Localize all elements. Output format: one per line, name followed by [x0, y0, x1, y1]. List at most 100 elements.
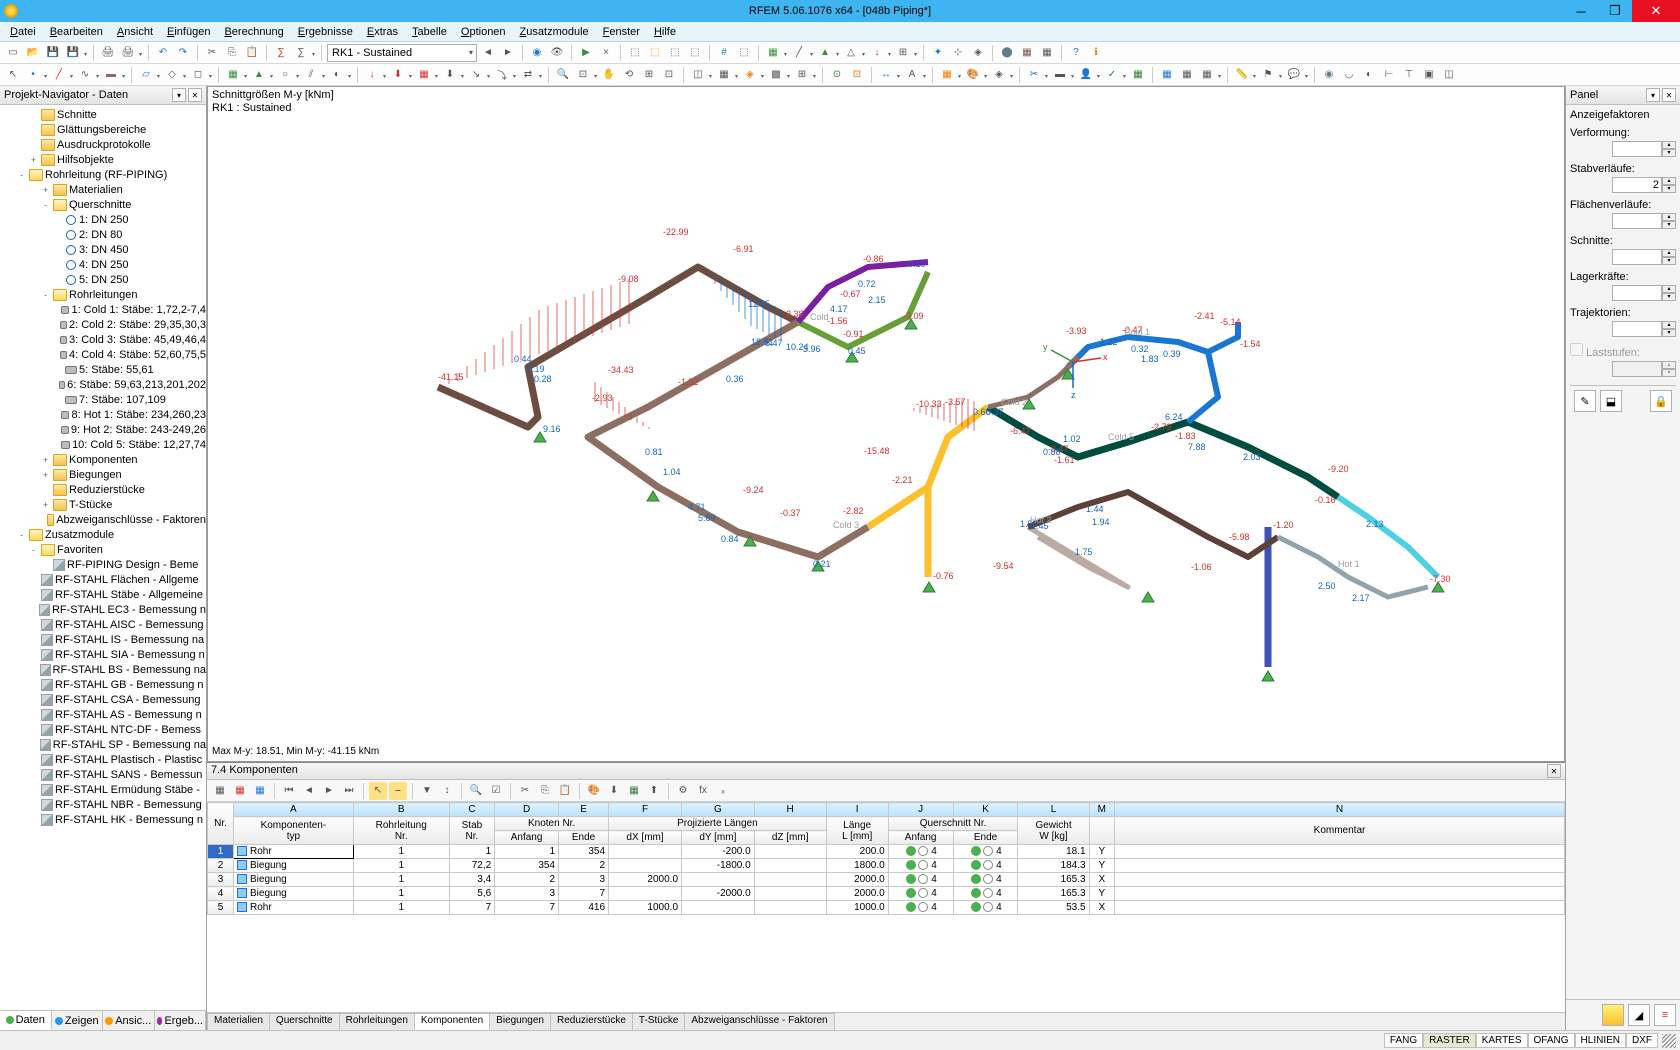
tb3[interactable]: ⬚ [666, 44, 684, 62]
tree-node[interactable]: 10: Cold 5: Stäbe: 12,27,74 [0, 437, 206, 452]
next-icon[interactable]: ► [499, 44, 517, 62]
tree-node[interactable]: +Biegungen [0, 467, 206, 482]
spinner[interactable]: ▴▾ [1662, 321, 1676, 337]
spinner[interactable]: ▴▾ [1662, 141, 1676, 157]
tbl-sel-icon[interactable]: ☑ [487, 782, 505, 800]
foot-btn-1[interactable] [1602, 1004, 1624, 1026]
flag-icon[interactable]: ⚑ [1259, 66, 1277, 84]
tree-node[interactable]: -Zusatzmodule [0, 527, 206, 542]
tbl-goto-icon[interactable]: ⎯ [389, 782, 407, 800]
supp2-icon[interactable]: △ [842, 44, 860, 62]
saveas-icon[interactable]: 💾 [64, 44, 82, 62]
check-icon[interactable]: ✓ [1103, 66, 1121, 84]
clip2-icon[interactable]: ▬ [1051, 66, 1069, 84]
tree-node[interactable]: RF-PIPING Design - Beme [0, 557, 206, 572]
table-tab-komponenten[interactable]: Komponenten [414, 1013, 490, 1030]
table-tab-abzweiganschlüsse - faktoren[interactable]: Abzweiganschlüsse - Faktoren [684, 1013, 834, 1030]
panel-btn-2[interactable]: ⬓ [1600, 390, 1622, 412]
select-icon[interactable]: ↖ [4, 66, 22, 84]
tbl-pick-icon[interactable]: ↖ [369, 782, 387, 800]
table-tab-rohrleitungen[interactable]: Rohrleitungen [339, 1013, 415, 1030]
panel-input[interactable] [1612, 141, 1662, 157]
tree-node[interactable]: RF-STAHL BS - Bemessung na [0, 662, 206, 677]
menu-optionen[interactable]: Optionen [455, 25, 512, 39]
sect-icon[interactable]: ▦ [764, 44, 782, 62]
modnav-icon[interactable]: ▦ [1038, 44, 1056, 62]
supp-icon[interactable]: ▲ [816, 44, 834, 62]
imp-icon[interactable]: ⤵ [493, 66, 511, 84]
menu-zusatzmodule[interactable]: Zusatzmodule [514, 25, 595, 39]
copy-icon[interactable]: ⎘ [223, 44, 241, 62]
redo-icon[interactable]: ↷ [174, 44, 192, 62]
tbl-first-icon[interactable]: ⏮ [280, 782, 298, 800]
panel-pin-button[interactable]: ▾ [1646, 88, 1660, 102]
pipe7-icon[interactable]: ◫ [1440, 66, 1458, 84]
tbl-load-icon[interactable]: ▦ [231, 782, 249, 800]
menu-ergebnisse[interactable]: Ergebnisse [292, 25, 359, 39]
new-icon[interactable]: ▭ [4, 44, 22, 62]
tree-node[interactable]: 1: DN 250 [0, 212, 206, 227]
tbl-import-icon[interactable]: ⬇ [605, 782, 623, 800]
view4-icon[interactable]: ⊞ [793, 66, 811, 84]
tbl-color-icon[interactable]: 🎨 [585, 782, 603, 800]
tree-node[interactable]: 6: Stäbe: 59,63,213,201,202 [0, 377, 206, 392]
panel-input[interactable] [1612, 285, 1662, 301]
set-icon[interactable]: ▦ [224, 66, 242, 84]
table-row[interactable]: 5Rohr1774161000.01000.0 4 453.5X [208, 901, 1565, 915]
info-icon[interactable]: ℹ [1087, 44, 1105, 62]
area-icon[interactable]: ▦ [415, 66, 433, 84]
local-icon[interactable]: ⊞ [894, 44, 912, 62]
clip-icon[interactable]: ✂ [1025, 66, 1043, 84]
table-tab-materialien[interactable]: Materialien [207, 1013, 270, 1030]
move-icon[interactable]: ⇄ [519, 66, 537, 84]
tbl-fx-icon[interactable]: fx [694, 782, 712, 800]
tbl-res-icon[interactable]: ▦ [251, 782, 269, 800]
gen-icon[interactable]: ⬇ [441, 66, 459, 84]
tree-node[interactable]: 3: DN 450 [0, 242, 206, 257]
tbl-last-icon[interactable]: ⏭ [340, 782, 358, 800]
menu-einfügen[interactable]: Einfügen [161, 25, 216, 39]
tree-node[interactable]: RF-STAHL HK - Bemessung n [0, 812, 206, 827]
vis-icon[interactable]: ▦ [1198, 66, 1216, 84]
supp3-icon[interactable]: ▲ [250, 66, 268, 84]
tbl-unit-icon[interactable]: ₓ [714, 782, 732, 800]
help-icon[interactable]: ? [1067, 44, 1085, 62]
prev-icon[interactable]: ◄ [479, 44, 497, 62]
tree-node[interactable]: 9: Hot 2: Stäbe: 243-249,26 [0, 422, 206, 437]
color-icon[interactable]: 🎨 [964, 66, 982, 84]
nav-tab-ergeb...[interactable]: Ergeb... [155, 1011, 207, 1030]
tbl-icon[interactable]: ▦ [1158, 66, 1176, 84]
tbl-sort-icon[interactable]: ↕ [438, 782, 456, 800]
pan-icon[interactable]: ✋ [600, 66, 618, 84]
tree-node[interactable]: -Rohrleitungen [0, 287, 206, 302]
panel-input[interactable]: 2 [1612, 177, 1662, 193]
node-icon[interactable]: • [24, 66, 42, 84]
status-ofang[interactable]: OFANG [1528, 1033, 1575, 1048]
pipe4-icon[interactable]: ⊢ [1380, 66, 1398, 84]
pipe2-icon[interactable]: ◡ [1340, 66, 1358, 84]
panel-input[interactable] [1612, 321, 1662, 337]
nav-tab-zeigen[interactable]: Zeigen [52, 1011, 104, 1030]
tree-node[interactable]: RF-STAHL AS - Bemessung n [0, 707, 206, 722]
tree-node[interactable]: Schnitte [0, 107, 206, 122]
nav-tab-ansic...[interactable]: Ansic... [103, 1011, 155, 1030]
minimize-button[interactable]: ─ [1564, 0, 1598, 22]
pipe1-icon[interactable]: ◉ [1320, 66, 1338, 84]
open-icon[interactable]: 📂 [24, 44, 42, 62]
tbl-edit-icon[interactable]: ▦ [211, 782, 229, 800]
model-viewport[interactable]: Schnittgrößen M-y [kNm] RK1 : Sustained … [207, 86, 1565, 762]
tree-node[interactable]: RF-STAHL Stäbe - Allgemeine [0, 587, 206, 602]
tree-node[interactable]: Abzweiganschlüsse - Faktoren [0, 512, 206, 527]
table-close-button[interactable]: ✕ [1547, 764, 1561, 778]
foot-btn-3[interactable]: ≡ [1654, 1004, 1676, 1026]
nodal-icon[interactable]: ↓ [363, 66, 381, 84]
snap-icon[interactable]: ⊡ [848, 66, 866, 84]
tree-node[interactable]: -Querschnitte [0, 197, 206, 212]
menu-fenster[interactable]: Fenster [597, 25, 646, 39]
xyz-icon[interactable]: ⊹ [949, 44, 967, 62]
piping-icon[interactable]: ⬤ [998, 44, 1016, 62]
tree-node[interactable]: RF-STAHL NTC-DF - Bemess [0, 722, 206, 737]
comm-icon[interactable]: 💬 [1285, 66, 1303, 84]
grp-icon[interactable]: ▦ [1178, 66, 1196, 84]
tree-node[interactable]: +Hilfsobjekte [0, 152, 206, 167]
